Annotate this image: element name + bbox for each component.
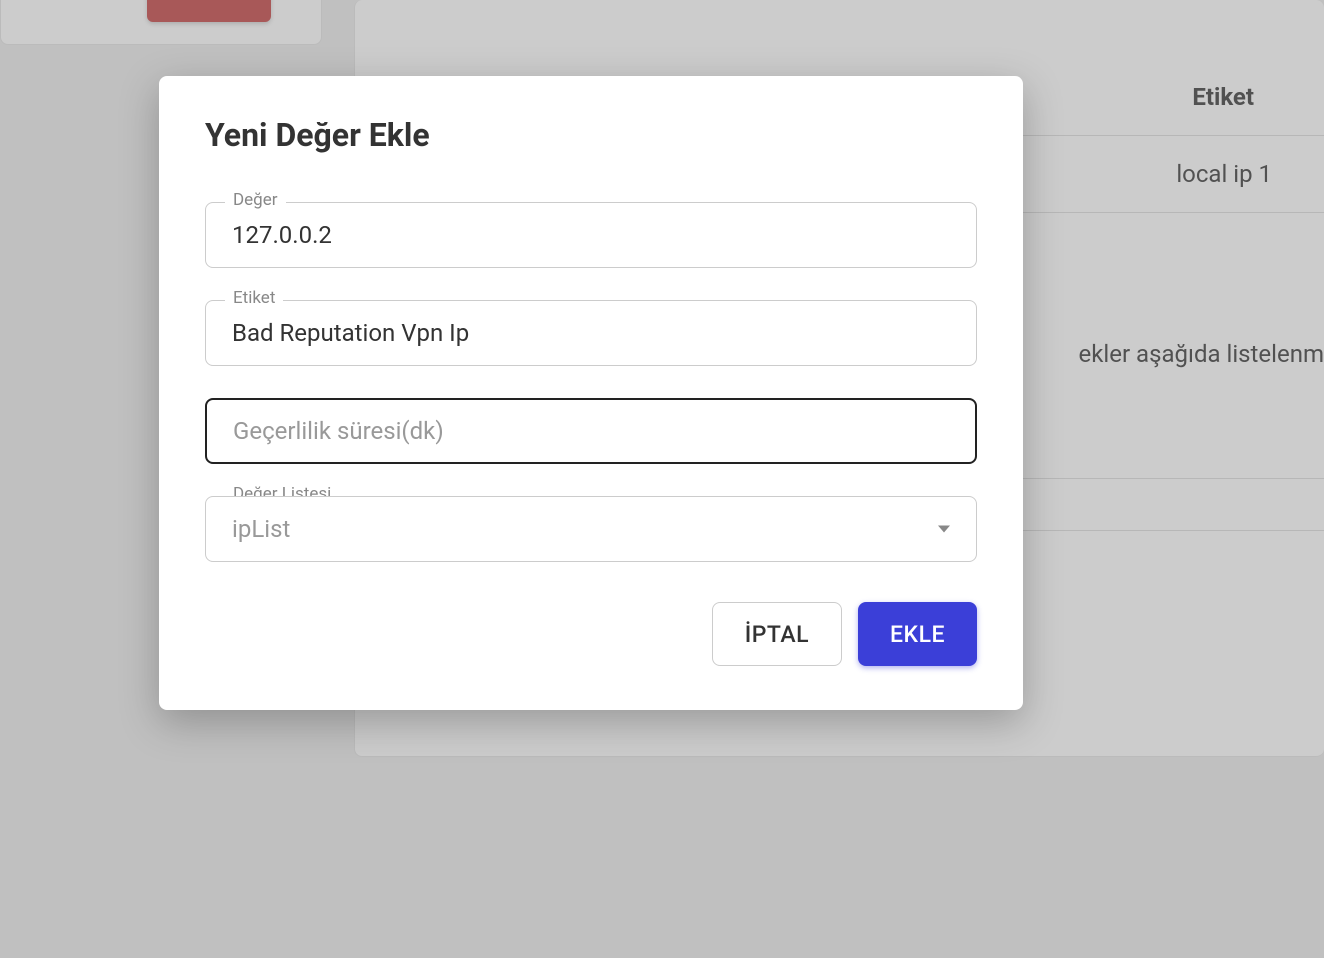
add-value-modal: Yeni Değer Ekle Değer Etiket Değer Liste… — [159, 76, 1023, 710]
deger-input[interactable] — [205, 202, 977, 268]
etiket-input[interactable] — [205, 300, 977, 366]
modal-actions: İPTAL EKLE — [205, 602, 977, 666]
etiket-label: Etiket — [225, 290, 283, 307]
submit-button[interactable]: EKLE — [858, 602, 977, 666]
deger-listesi-select-wrapper: ipList — [205, 496, 977, 562]
field-group-etiket: Etiket — [205, 300, 977, 366]
field-group-deger-listesi: Değer Listesi ipList — [205, 496, 977, 562]
modal-title: Yeni Değer Ekle — [205, 116, 977, 154]
deger-listesi-select[interactable]: ipList — [205, 496, 977, 562]
gecerlilik-input[interactable] — [205, 398, 977, 464]
field-group-gecerlilik — [205, 398, 977, 464]
deger-label: Değer — [225, 192, 286, 209]
cancel-button[interactable]: İPTAL — [712, 602, 842, 666]
field-group-deger: Değer — [205, 202, 977, 268]
